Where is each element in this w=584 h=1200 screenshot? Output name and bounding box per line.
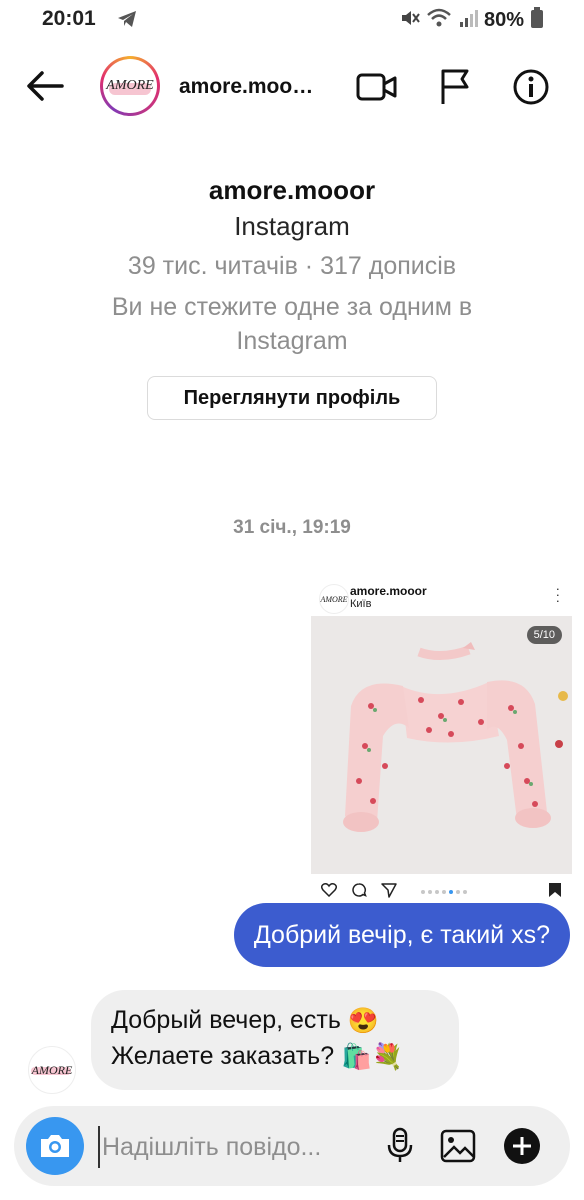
incoming-message[interactable]: Добрый вечер, есть 😍 Желаете заказать? 🛍… <box>91 990 459 1090</box>
camera-button[interactable] <box>26 1117 84 1175</box>
status-bar: 20:01 80% <box>0 0 584 40</box>
status-time: 20:01 <box>42 7 96 30</box>
heart-icon[interactable] <box>320 882 338 902</box>
arrow-left-icon <box>27 71 64 101</box>
back-button[interactable] <box>22 66 68 106</box>
plus-icon <box>504 1128 540 1164</box>
post-image: 5/10 <box>311 616 572 874</box>
post-actions <box>311 878 572 902</box>
heart-eyes-emoji: 😍 <box>347 1006 379 1035</box>
microphone-icon <box>387 1127 413 1162</box>
comment-icon[interactable] <box>351 882 367 903</box>
info-icon <box>513 69 549 105</box>
sender-avatar[interactable]: AMORE <box>28 1046 76 1094</box>
carousel-dots <box>421 890 467 894</box>
profile-name: amore.mooor <box>208 175 376 205</box>
sender-logo-text: AMORE <box>31 1062 73 1077</box>
add-button[interactable] <box>500 1124 544 1168</box>
share-icon[interactable] <box>381 882 397 903</box>
mute-icon <box>398 7 420 34</box>
more-icon[interactable]: · · · <box>556 582 560 607</box>
telegram-icon <box>116 9 138 34</box>
post-avatar: AMORE <box>319 584 349 614</box>
signal-icon <box>458 8 478 33</box>
shared-post[interactable]: AMORE amore.mooor Київ · · · 5/10 <box>311 576 572 902</box>
date-separator: 31 січ., 19:19 <box>233 517 351 538</box>
voice-button[interactable] <box>378 1124 422 1168</box>
profile-stats: 39 тис. читачів · 317 дописів <box>127 252 457 280</box>
battery-icon <box>530 7 544 34</box>
post-logo-text: AMORE <box>320 594 348 604</box>
gallery-button[interactable] <box>436 1124 480 1168</box>
message-composer <box>14 1106 570 1186</box>
avatar[interactable]: AMORE <box>100 56 160 116</box>
bookmark-icon[interactable] <box>548 882 562 903</box>
video-camera-icon <box>356 73 397 101</box>
camera-icon <box>41 1135 69 1157</box>
chat-header: AMORE amore.moo… <box>0 48 584 128</box>
outgoing-message[interactable]: Добрий вечір, є такий xs? <box>233 903 570 967</box>
flag-icon <box>441 69 469 104</box>
report-button[interactable] <box>432 64 478 110</box>
info-button[interactable] <box>508 64 554 110</box>
message-input[interactable] <box>98 1126 364 1168</box>
outgoing-message-text: Добрий вечір, є такий xs? <box>253 920 550 949</box>
wifi-icon <box>426 7 452 34</box>
view-profile-button[interactable]: Переглянути профіль <box>147 376 437 420</box>
post-username: amore.mooor <box>350 584 427 598</box>
battery-percent: 80% <box>483 9 524 31</box>
post-location: Київ <box>350 598 372 610</box>
header-username[interactable]: amore.moo… <box>179 75 329 99</box>
profile-platform: Instagram <box>234 211 350 241</box>
shopping-bouquet-emoji: 🛍️💐 <box>341 1042 404 1071</box>
logo-text: AMORE <box>106 78 154 93</box>
video-call-button[interactable] <box>354 64 400 110</box>
incoming-line-1: Добрый вечер, есть <box>111 1006 341 1034</box>
follow-status: Ви не стежите одне за одним в Instagram <box>111 293 473 355</box>
incoming-line-2: Желаете заказать? <box>111 1042 335 1070</box>
image-icon <box>440 1129 476 1163</box>
image-counter: 5/10 <box>526 626 562 644</box>
